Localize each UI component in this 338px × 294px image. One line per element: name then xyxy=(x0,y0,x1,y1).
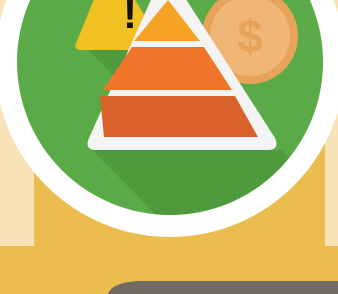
pyramid-bottom-tier xyxy=(100,96,258,137)
risk-pyramid-illustration: $ ! xyxy=(0,0,338,294)
bottom-button-edge[interactable] xyxy=(108,281,338,294)
illustration-scene: $ ! xyxy=(0,0,338,294)
warning-symbol: ! xyxy=(123,0,137,37)
coin-symbol: $ xyxy=(237,10,263,62)
